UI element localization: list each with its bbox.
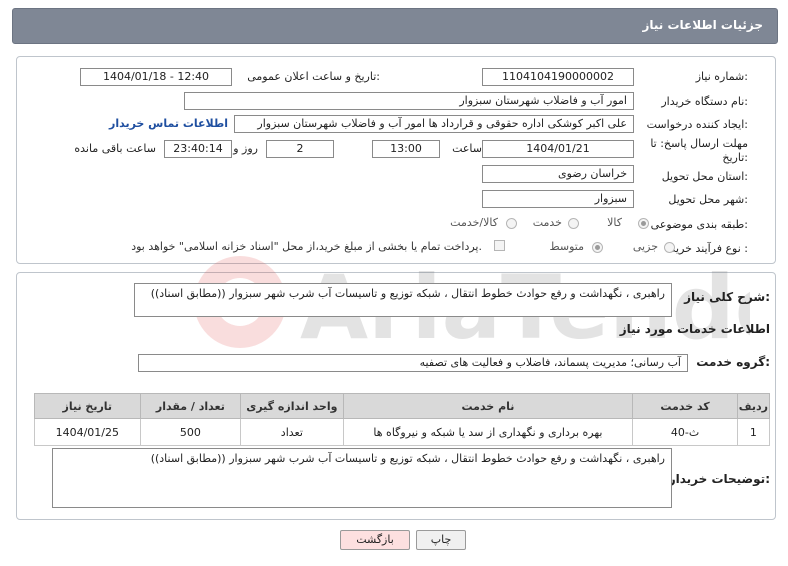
category-radio-goods[interactable] — [638, 218, 649, 229]
table-row[interactable]: 1 ث-40 بهره برداری و نگهداری از سد یا شب… — [34, 418, 771, 446]
deadline-time-label: ساعت — [452, 142, 482, 155]
treasury-payment-note: پرداخت تمام یا بخشی از مبلغ خرید،از محل … — [131, 240, 482, 253]
remaining-time-field[interactable]: 23:40:14 — [164, 140, 232, 158]
remaining-days-field[interactable]: 2 — [266, 140, 334, 158]
announce-datetime-field[interactable]: 1404/01/18 - 12:40 — [80, 68, 232, 86]
category-radio-service[interactable] — [568, 218, 579, 229]
city-label: شهر محل تحویل: — [668, 193, 748, 206]
services-section-title: اطلاعات خدمات مورد نیاز — [619, 322, 770, 336]
remaining-time-label: ساعت باقی مانده — [74, 142, 156, 155]
province-field[interactable]: خراسان رضوی — [482, 165, 634, 183]
process-type-label: نوع فرآیند خرید : — [670, 242, 748, 255]
deadline-label: مهلت ارسال پاسخ: تا تاریخ: — [650, 137, 748, 164]
print-button[interactable]: چاپ — [416, 530, 466, 550]
col-unit: واحد اندازه گیری — [240, 393, 344, 419]
process-option-medium: متوسط — [549, 240, 584, 253]
request-creator-label: ایجاد کننده درخواست: — [646, 118, 748, 131]
need-number-field[interactable]: 1104104190000002 — [482, 68, 634, 86]
services-table-header: ردیف کد خدمت نام خدمت واحد اندازه گیری ت… — [34, 393, 771, 419]
cell-row: 1 — [736, 418, 771, 446]
city-field[interactable]: سبزوار — [482, 190, 634, 208]
category-option-goods-service: کالا/خدمت — [450, 216, 498, 229]
buyer-org-label: نام دستگاه خریدار: — [661, 95, 748, 108]
cell-quantity: 500 — [139, 418, 242, 446]
treasury-payment-checkbox[interactable] — [494, 240, 505, 251]
province-label: استان محل تحویل: — [661, 170, 748, 183]
days-label: روز و — [233, 142, 258, 155]
deadline-date-field[interactable]: 1404/01/21 — [482, 140, 634, 158]
need-number-label: شماره نیاز: — [695, 70, 748, 83]
need-summary-textarea[interactable]: راهبری ، نگهداشت و رفع حوادث خطوط انتقال… — [134, 283, 672, 317]
request-creator-field[interactable]: علی اکبر کوشکی اداره حقوقی و قرارداد ها … — [234, 115, 634, 133]
process-option-minor: جزیی — [632, 240, 658, 253]
page-title: جزئیات اطلاعات نیاز — [642, 18, 763, 32]
page-header: جزئیات اطلاعات نیاز — [12, 8, 778, 44]
category-label: طبقه بندی موضوعی: — [650, 218, 748, 231]
deadline-time-field[interactable]: 13:00 — [372, 140, 440, 158]
service-group-label: گروه خدمت: — [696, 355, 770, 369]
need-summary-label: شرح کلی نیاز: — [684, 290, 770, 304]
buyer-notes-label: توضیحات خریدار: — [668, 472, 770, 486]
col-service-code: کد خدمت — [632, 393, 738, 419]
cell-service-name: بهره برداری و نگهداری از سد یا شبکه و نی… — [342, 418, 634, 446]
announce-datetime-label: تاریخ و ساعت اعلان عمومی: — [247, 70, 380, 83]
cell-service-code: ث-40 — [632, 418, 738, 446]
back-button[interactable]: بازگشت — [340, 530, 410, 550]
cell-unit: تعداد — [240, 418, 344, 446]
service-group-field[interactable]: آب رسانی؛ مدیریت پسماند، فاضلاب و فعالیت… — [138, 354, 688, 372]
col-row: ردیف — [736, 393, 771, 419]
buyer-org-field[interactable]: امور آب و فاضلاب شهرستان سبزوار — [184, 92, 634, 110]
cell-need-date: 1404/01/25 — [34, 418, 141, 446]
category-option-goods: کالا — [607, 216, 622, 229]
category-option-service: خدمت — [532, 216, 562, 229]
process-radio-minor[interactable] — [664, 242, 675, 253]
process-radio-medium[interactable] — [592, 242, 603, 253]
col-quantity: تعداد / مقدار — [139, 393, 242, 419]
buyer-contact-link[interactable]: اطلاعات تماس خریدار — [109, 117, 228, 130]
category-radio-goods-service[interactable] — [506, 218, 517, 229]
buyer-notes-textarea[interactable]: راهبری ، نگهداشت و رفع حوادث خطوط انتقال… — [52, 448, 672, 508]
col-need-date: تاریخ نیاز — [34, 393, 141, 419]
services-table: ردیف کد خدمت نام خدمت واحد اندازه گیری ت… — [34, 393, 771, 446]
col-service-name: نام خدمت — [342, 393, 634, 419]
